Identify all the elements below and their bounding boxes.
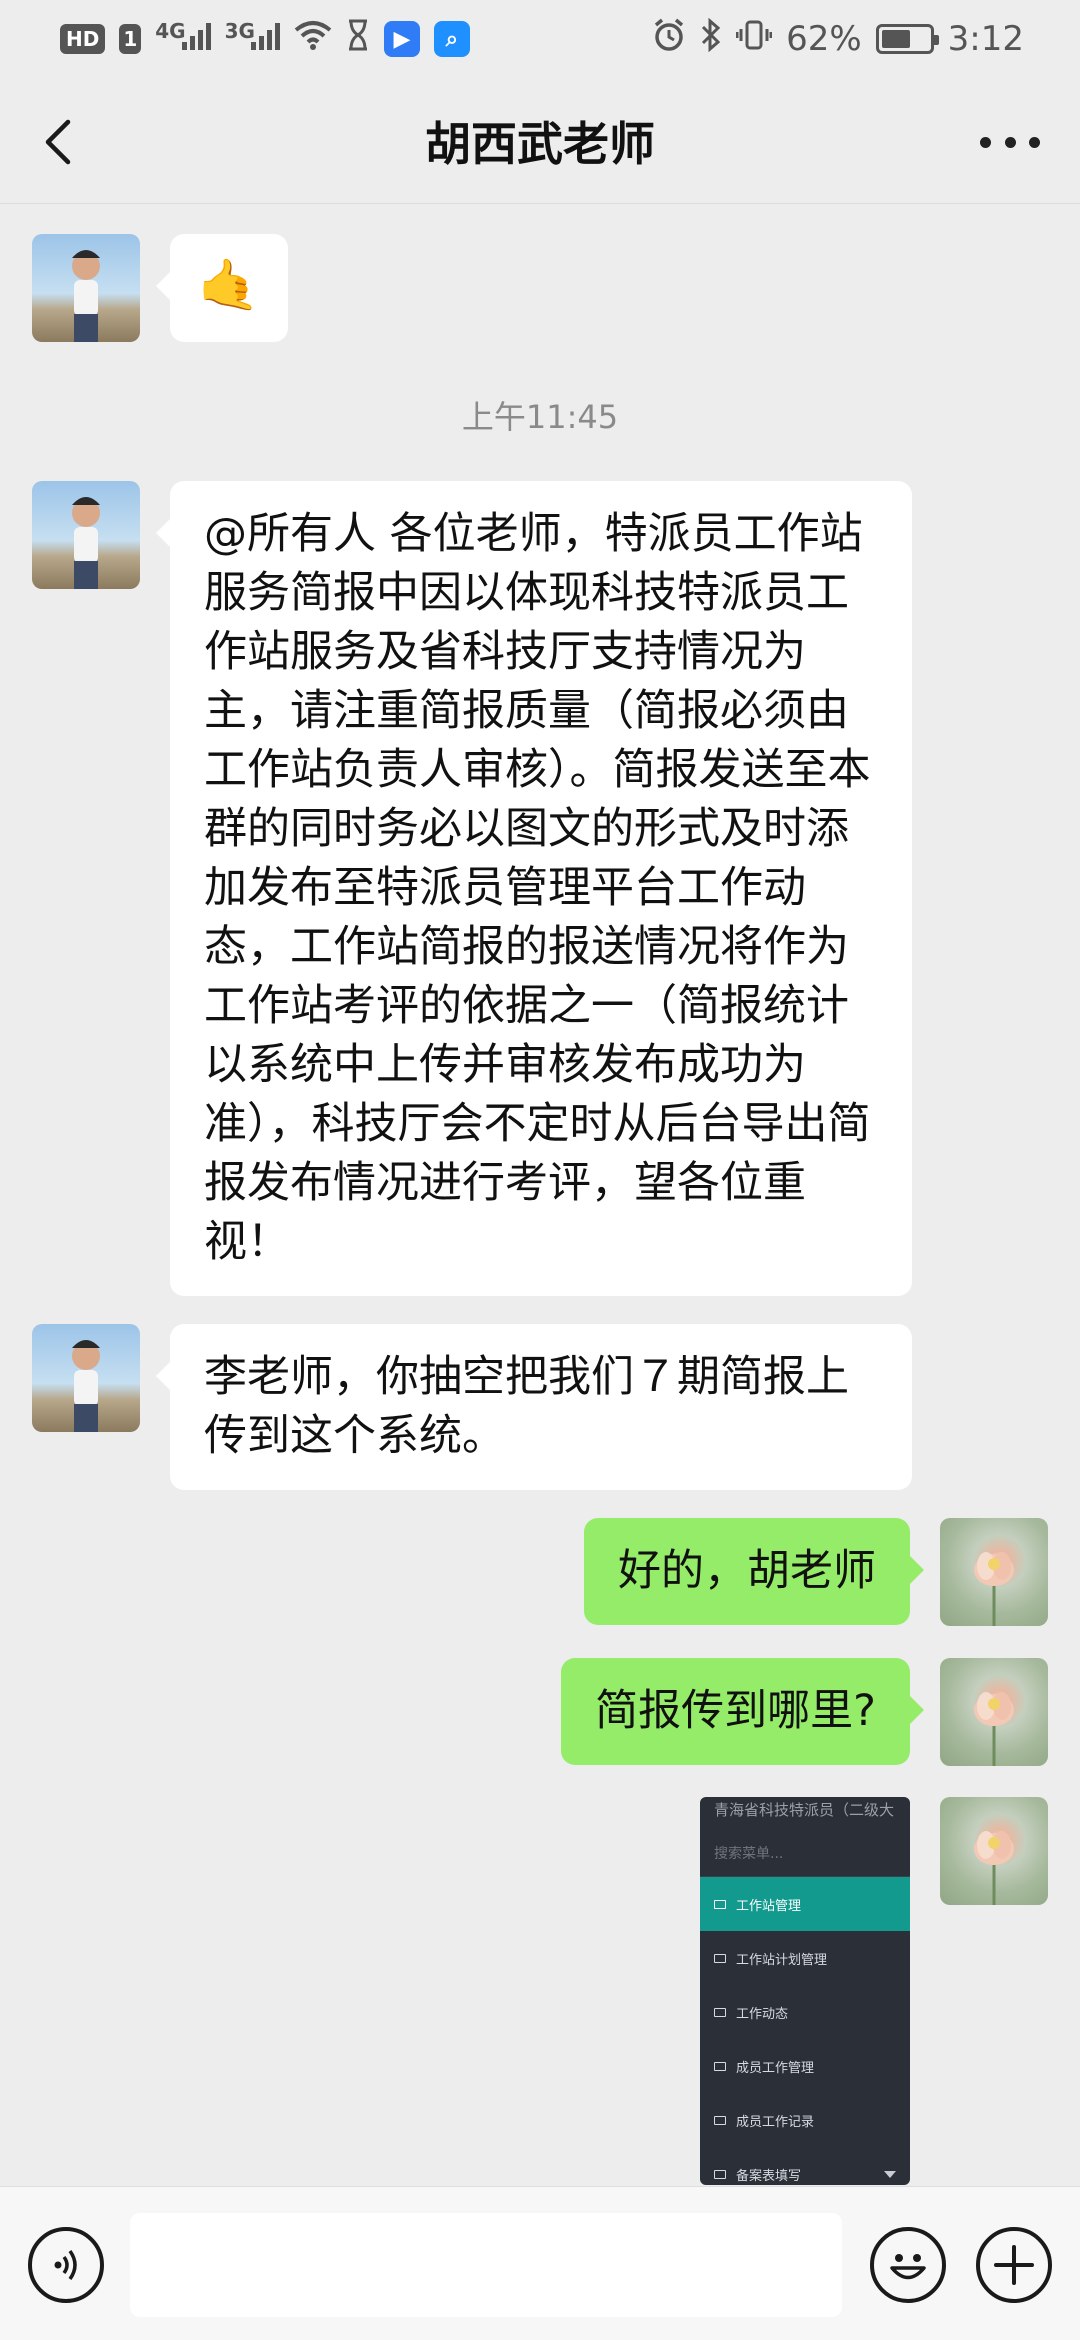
- screenshot-menu-item: 工作动态: [700, 1985, 910, 2039]
- chevron-down-icon: [884, 2170, 896, 2178]
- time-divider: 上午11:45: [461, 398, 619, 436]
- more-dot-icon: [1004, 136, 1016, 148]
- menu-item-icon: [714, 2061, 726, 2071]
- emoji-button[interactable]: [870, 2227, 946, 2303]
- lotus-avatar-icon: [974, 1692, 1014, 1766]
- signal-icon-2: 3G: [225, 19, 280, 59]
- avatar-self[interactable]: [940, 1518, 1048, 1626]
- screenshot-menu-item: 备案表填写: [700, 2147, 910, 2185]
- avatar-sender[interactable]: [32, 1324, 140, 1432]
- person-avatar-icon: [72, 497, 100, 589]
- screenshot-search: 搜索菜单...: [700, 1823, 910, 1877]
- status-left: HD 1 4G 3G ▶ ⌕: [60, 19, 470, 60]
- screenshot-menu-item: 工作站计划管理: [700, 1931, 910, 1985]
- bluetooth-icon: [700, 17, 722, 61]
- message-bubble-question[interactable]: 简报传到哪里?: [561, 1658, 924, 1765]
- chevron-left-icon: [45, 119, 71, 165]
- more-dot-icon: [1029, 136, 1040, 148]
- battery-fill: [881, 30, 911, 48]
- screenshot-header: 青海省科技特派员（二级大: [714, 1801, 895, 1819]
- screenshot-menu-item: 成员工作记录: [700, 2093, 910, 2147]
- lotus-avatar-icon: [974, 1831, 1014, 1905]
- screenshot-menu-item: 成员工作管理: [700, 2039, 910, 2093]
- vibrate-icon: [735, 19, 773, 60]
- chat-title: 胡西武老师: [425, 116, 655, 171]
- message-bubble-emoji[interactable]: 🤙: [156, 234, 288, 342]
- menu-item-icon: [714, 2169, 726, 2179]
- voice-button[interactable]: [28, 2227, 104, 2303]
- back-button[interactable]: [34, 114, 90, 170]
- menu-item-icon: [714, 2007, 726, 2017]
- more-dot-icon: [980, 136, 991, 148]
- message-text: 简报传到哪里?: [595, 1686, 876, 1736]
- avatar-sender[interactable]: [32, 481, 140, 589]
- search-app-icon: ⌕: [433, 21, 470, 57]
- voice-icon: [54, 2249, 77, 2281]
- avatar-self[interactable]: [940, 1658, 1048, 1766]
- signal-icon-1: 4G: [155, 19, 211, 59]
- battery-percent: 62%: [786, 19, 862, 59]
- avatar-sender[interactable]: [32, 234, 140, 342]
- sim-badge: 1: [119, 24, 142, 54]
- avatar-self[interactable]: [940, 1797, 1048, 1905]
- emoji-icon: [890, 2254, 926, 2280]
- message-bubble-request[interactable]: 李老师，你抽空把我们７期简报上传到这个系统。: [156, 1324, 912, 1490]
- lotus-avatar-icon: [974, 1552, 1014, 1626]
- plus-button[interactable]: [976, 2227, 1052, 2303]
- person-avatar-icon: [72, 1340, 100, 1432]
- battery-icon: [875, 24, 939, 54]
- plus-icon: [994, 2245, 1034, 2285]
- hourglass-icon: [346, 19, 370, 60]
- clock: 3:12: [947, 19, 1024, 59]
- wifi-icon: [294, 19, 332, 59]
- message-text: 🤙: [197, 256, 261, 314]
- message-image-screenshot[interactable]: 青海省科技特派员（二级大 搜索菜单... 工作站管理 工作站计划管理 工作动态 …: [700, 1797, 910, 2185]
- app-notification-icon: ▶: [383, 21, 420, 57]
- message-input[interactable]: [130, 2213, 842, 2317]
- alarm-icon: [652, 18, 686, 61]
- menu-item-icon: [714, 2115, 726, 2125]
- more-options-button[interactable]: [980, 122, 1040, 162]
- menu-item-icon: [714, 1899, 726, 1909]
- chat-header: 胡西武老师: [0, 78, 1080, 204]
- message-text: @所有人 各位老师，特派员工作站服务简报中因以体现科技特派员工作站服务及省科技厅…: [204, 509, 871, 1267]
- status-right: 62% 3:12: [652, 17, 1024, 61]
- message-bubble-announcement[interactable]: @所有人 各位老师，特派员工作站服务简报中因以体现科技特派员工作站服务及省科技厅…: [156, 481, 912, 1296]
- message-text: 好的，胡老师: [618, 1546, 876, 1596]
- message-bubble-reply-ok[interactable]: 好的，胡老师: [584, 1518, 924, 1625]
- hd-badge: HD: [60, 24, 106, 54]
- menu-item-icon: [714, 1953, 726, 1963]
- status-bar: HD 1 4G 3G ▶ ⌕ 62% 3:12: [0, 0, 1080, 78]
- message-text: 李老师，你抽空把我们７期简报上传到这个系统。: [204, 1352, 849, 1461]
- input-bar: [0, 2186, 1080, 2340]
- person-avatar-icon: [72, 250, 100, 342]
- screenshot-menu-item: 工作站管理: [700, 1877, 910, 1931]
